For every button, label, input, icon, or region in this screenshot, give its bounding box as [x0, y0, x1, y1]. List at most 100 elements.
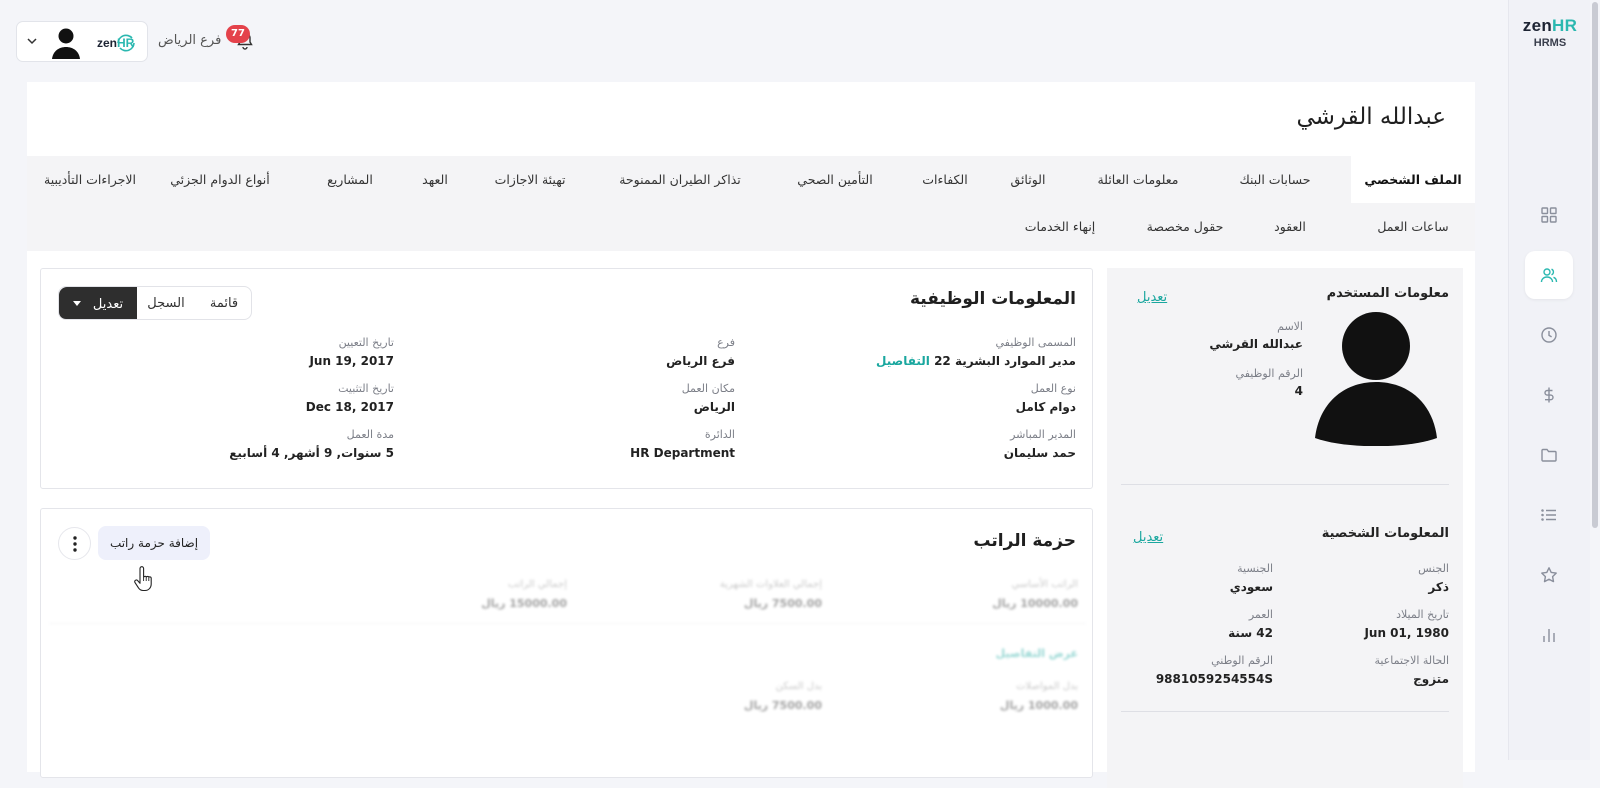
tab-disciplinary-actions[interactable]: الاجراءات التأديبية	[35, 156, 145, 203]
salary-details-link[interactable]: عرض التفاصيل	[996, 647, 1078, 660]
marital-status-label: الحالة الاجتماعية	[1374, 654, 1449, 667]
job-details-link[interactable]: التفاصيل	[876, 354, 930, 368]
user-info-title: معلومات المستخدم	[1326, 286, 1449, 301]
service-duration-value: 5 سنوات, 9 أشهر, 4 أسابيع	[229, 446, 394, 460]
profile-tabs: الملف الشخصي حسابات البنك معلومات العائل…	[27, 156, 1475, 251]
birth-date-value: Jun 01, 1980	[1364, 626, 1449, 640]
hire-date-label: تاريخ التعيين	[338, 336, 394, 349]
work-type-label: نوع العمل	[1030, 382, 1076, 395]
job-info-title: المعلومات الوظيفية	[909, 289, 1076, 309]
user-menu-dropdown[interactable]: zen HR	[16, 21, 148, 62]
user-name-label: الاسم	[1277, 320, 1303, 333]
gender-label: الجنس	[1418, 562, 1449, 575]
personal-info-title: المعلومات الشخصية	[1321, 526, 1449, 541]
housing-allowance-label: بدل السكن	[775, 681, 822, 692]
logo-prefix: zen	[1522, 16, 1553, 35]
tab-flight-tickets[interactable]: تذاكر الطيران الممنوحة	[595, 156, 765, 203]
edit-button-label: تعديل	[92, 296, 124, 312]
employee-number-value: 4	[1294, 384, 1303, 398]
history-button[interactable]: السجل	[137, 287, 195, 319]
bar-chart-icon	[1543, 629, 1555, 642]
tab-documents[interactable]: الوثائق	[993, 156, 1063, 203]
birth-date-label: تاريخ الميلاد	[1396, 608, 1449, 621]
tab-bank-accounts[interactable]: حسابات البنك	[1215, 156, 1335, 203]
chevron-down-icon	[27, 38, 37, 45]
transport-allowance-value: 1000.00 ريال	[999, 699, 1078, 712]
direct-manager-value: حمد سليمان	[1003, 446, 1076, 460]
tab-contracts[interactable]: العقود	[1245, 203, 1335, 250]
nav-reports[interactable]	[1525, 611, 1573, 659]
nationality-label: الجنسية	[1237, 562, 1273, 575]
profile-photo[interactable]	[1313, 310, 1439, 446]
age-label: العمر	[1248, 608, 1273, 621]
tab-projects[interactable]: المشاريع	[300, 156, 400, 203]
list-button[interactable]: قائمة	[195, 287, 251, 319]
tab-leave-setup[interactable]: تهيئة الاجازات	[475, 156, 585, 203]
tab-custom-fields[interactable]: حقول مخصصة	[1125, 203, 1245, 250]
company-logo: zen HR	[97, 31, 138, 55]
total-salary-label: إجمالي الراتب	[507, 579, 567, 590]
list-icon	[1541, 509, 1556, 521]
user-name-value: عبدالله القرشي	[1209, 337, 1303, 351]
avatar-icon	[52, 28, 80, 59]
current-branch[interactable]: فرع الرياض	[158, 33, 221, 48]
direct-manager-label: المدير المباشر	[1010, 428, 1076, 441]
logo-suffix: HR	[1552, 16, 1578, 35]
job-title-value: مدير الموارد البشرية 22 التفاصيل	[876, 354, 1076, 368]
nav-dashboard[interactable]	[1525, 191, 1573, 239]
edit-personal-info-link[interactable]: تعديل	[1133, 530, 1163, 545]
tab-end-of-service[interactable]: إنهاء الخدمات	[1005, 203, 1115, 250]
work-place-label: مكان العمل	[681, 382, 735, 395]
age-value: 42 سنة	[1228, 626, 1273, 640]
gender-value: ذكر	[1428, 580, 1449, 594]
salary-package-card: حزمة الراتب إضافة حزمة راتب الراتب الأسا…	[40, 508, 1093, 778]
nav-documents[interactable]	[1525, 431, 1573, 479]
users-icon	[1540, 268, 1558, 283]
edit-user-info-link[interactable]: تعديل	[1137, 290, 1167, 305]
edit-job-info-button[interactable]: تعديل	[59, 287, 137, 319]
job-title-text: مدير الموارد البشرية 22	[934, 354, 1076, 368]
tab-working-hours[interactable]: ساعات العمل	[1351, 203, 1475, 250]
branch-value: فرع الرياض	[666, 354, 735, 368]
page-scrollbar[interactable]	[1590, 0, 1600, 760]
clock-icon	[1541, 327, 1557, 343]
branch-label: فرع	[717, 336, 735, 349]
nav-lists[interactable]	[1525, 491, 1573, 539]
employee-name-heading: عبدالله القرشي	[1296, 104, 1446, 130]
employee-sidebar: معلومات المستخدم تعديل الاسم عبدالله الق…	[1107, 268, 1463, 788]
folder-icon	[1541, 448, 1557, 462]
nav-attendance[interactable]	[1525, 311, 1573, 359]
monthly-allowances-label: إجمالي العلاوات الشهرية	[719, 579, 822, 590]
tab-part-time-types[interactable]: أنواع الدوام الجزئي	[150, 156, 290, 203]
tab-competencies[interactable]: الكفاءات	[905, 156, 985, 203]
department-value: HR Department	[630, 446, 735, 460]
app-logo[interactable]: zenHR HRMS	[1509, 16, 1591, 49]
total-salary-value: 15000.00 ريال	[481, 597, 567, 610]
salary-details-blurred: الراتب الأساسي 10000.00 ريال إجمالي العل…	[41, 509, 1094, 779]
tab-profile[interactable]: الملف الشخصي	[1351, 156, 1475, 203]
job-title-label: المسمى الوظيفي	[995, 336, 1076, 349]
nav-employees[interactable]	[1525, 251, 1573, 299]
logo-swirl-icon	[117, 34, 136, 52]
scrollbar-thumb[interactable]	[1592, 2, 1598, 528]
nav-favorites[interactable]	[1525, 551, 1573, 599]
tab-family-info[interactable]: معلومات العائلة	[1073, 156, 1203, 203]
work-type-value: دوام كامل	[1015, 400, 1076, 414]
notification-badge[interactable]: 77	[226, 25, 250, 43]
tab-custody[interactable]: العهد	[405, 156, 465, 203]
transport-allowance-label: بدل المواصلات	[1016, 681, 1078, 692]
tab-health-insurance[interactable]: التأمين الصحي	[775, 156, 895, 203]
national-id-value: 9881059254554S	[1155, 672, 1273, 686]
divider	[1121, 484, 1449, 485]
nav-payroll[interactable]	[1525, 371, 1573, 419]
hand-pointer-icon	[134, 566, 152, 592]
service-duration-label: مدة العمل	[346, 428, 394, 441]
work-place-value: الرياض	[693, 400, 735, 414]
monthly-allowances-value: 7500.00 ريال	[743, 597, 822, 610]
basic-salary-label: الراتب الأساسي	[1011, 579, 1078, 590]
job-info-toolbar: تعديل السجل قائمة	[58, 286, 252, 320]
grid-icon	[1541, 207, 1557, 223]
confirmation-date-value: Dec 18, 2017	[305, 400, 394, 414]
divider	[1121, 711, 1449, 712]
job-info-card: المعلومات الوظيفية تعديل السجل قائمة الم…	[40, 268, 1093, 489]
